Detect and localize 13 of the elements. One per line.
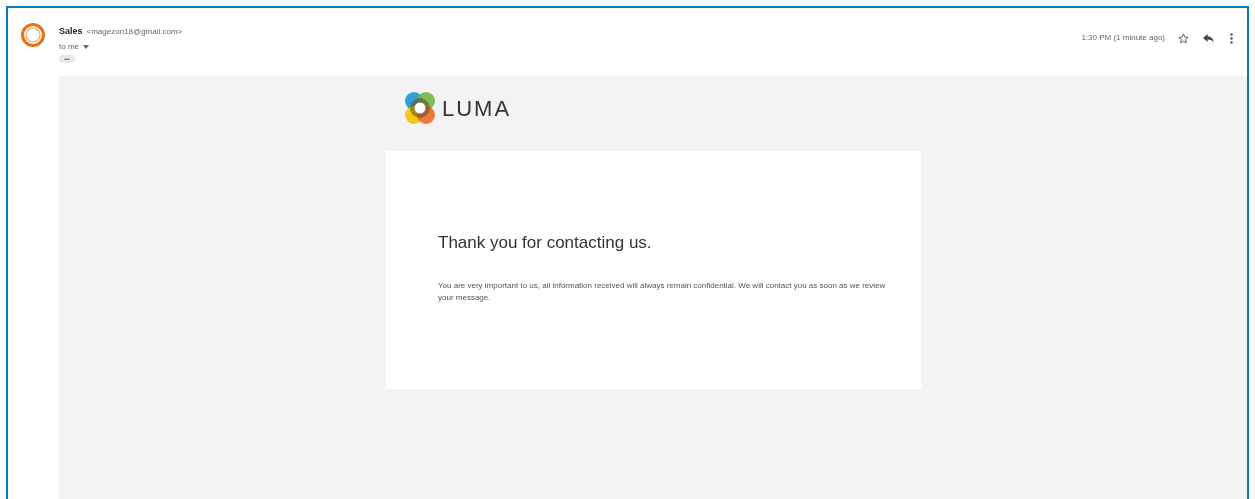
star-icon[interactable] [1178, 32, 1189, 44]
message-heading: Thank you for contacting us. [438, 232, 653, 254]
sender-name: Sales [59, 25, 83, 38]
avatar-icon [20, 22, 46, 48]
timestamp: 1:30 PM (1 minute ago) [1081, 32, 1165, 44]
sender-email: <magezon18@gmail.com> [86, 26, 183, 38]
message-text: You are very important to us, all information received will always remain confidential. We will contact you as soon as we review your message. [438, 279, 887, 304]
dropdown-caret-icon[interactable] [83, 44, 89, 49]
logo-icon [404, 91, 436, 125]
recipient-label: to me [59, 40, 79, 53]
more-options-icon[interactable] [1230, 32, 1233, 44]
logo-text: LUMA [442, 94, 512, 123]
reply-icon[interactable] [1203, 33, 1214, 43]
